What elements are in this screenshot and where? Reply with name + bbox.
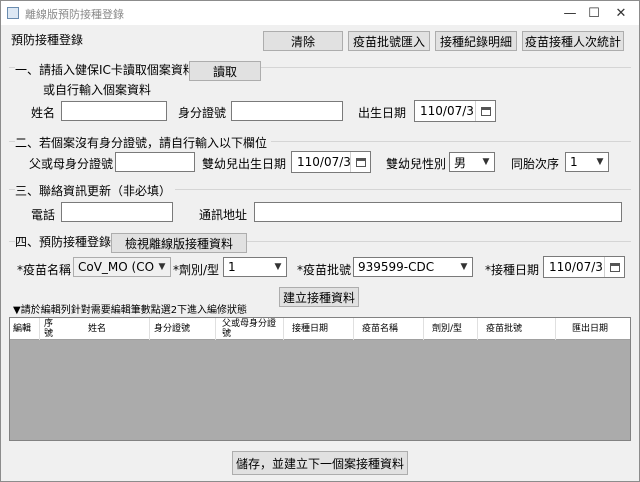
dob-date-picker[interactable]: 110/07/31 xyxy=(414,100,496,122)
section2-title: 二、若個案沒有身分證號，請自行輸入以下欄位 xyxy=(15,134,272,151)
name-input[interactable] xyxy=(61,101,167,121)
chevron-down-icon: ▼ xyxy=(460,262,468,272)
grid-hint: ▼請於編輯列針對需要編輯筆數點選2下進入編修狀態 xyxy=(13,305,248,316)
calendar-icon[interactable] xyxy=(604,257,624,277)
chevron-down-icon: ▼ xyxy=(482,157,490,167)
gender-value: 男 xyxy=(454,155,467,170)
lot-select[interactable]: 939599-CDC ▼ xyxy=(353,257,473,277)
column-header[interactable]: 接種日期 xyxy=(284,318,354,340)
clear-button[interactable]: 清除 xyxy=(263,31,343,51)
address-label: 通訊地址 xyxy=(199,208,248,222)
vaccination-detail-button[interactable]: 接種紀錄明細 xyxy=(435,31,517,51)
child-dob-label: 雙幼兒出生日期 xyxy=(202,157,287,171)
close-icon[interactable]: ✕ xyxy=(598,1,640,25)
child-dob-date-picker[interactable]: 110/07/31 xyxy=(291,151,371,173)
title-bar: 離線版預防接種登錄 — ☐ ✕ xyxy=(1,1,639,25)
app-window: 離線版預防接種登錄 — ☐ ✕ 預防接種登錄 清除 疫苗批號匯入 接種紀錄明細 … xyxy=(0,0,640,482)
chevron-down-icon: ▼ xyxy=(274,262,282,272)
dose-value: 1 xyxy=(228,260,236,274)
save-and-next-button[interactable]: 儲存，並建立下一個案接種資料 xyxy=(232,451,408,475)
address-input[interactable] xyxy=(254,202,622,222)
app-icon xyxy=(7,7,19,19)
vaccine-name-select[interactable]: CoV_MO (COVII ▼ xyxy=(73,257,171,277)
column-header[interactable]: 匯出日期 xyxy=(556,318,630,340)
section4-title: 四、預防接種登錄 xyxy=(15,233,116,250)
column-header[interactable]: 編輯 xyxy=(10,318,40,340)
phone-input[interactable] xyxy=(61,202,173,222)
parent-id-input[interactable] xyxy=(115,152,195,172)
lot-value: 939599-CDC xyxy=(358,260,435,274)
column-header[interactable]: 姓名 xyxy=(80,318,150,340)
import-lot-button[interactable]: 疫苗批號匯入 xyxy=(348,31,430,51)
create-record-button[interactable]: 建立接種資料 xyxy=(279,287,359,307)
calendar-icon[interactable] xyxy=(350,152,370,172)
section1-title: 一、請插入健保IC卡讀取個案資料 xyxy=(15,61,199,78)
dose-label: *劑別/型 xyxy=(173,263,220,277)
records-grid[interactable]: 編輯 序號 姓名 身分證號 父或母身分證號 接種日期 疫苗名稱 劑別/型 疫苗批… xyxy=(9,317,631,441)
vaccine-name-label: *疫苗名稱 xyxy=(17,263,72,277)
column-header[interactable]: 父或母身分證號 xyxy=(216,318,284,340)
vaccination-date-label: *接種日期 xyxy=(485,263,540,277)
page-title: 預防接種登錄 xyxy=(11,33,84,47)
view-offline-records-button[interactable]: 檢視離線版接種資料 xyxy=(111,233,247,253)
read-card-button[interactable]: 讀取 xyxy=(189,61,261,81)
section3-title: 三、聯絡資訊更新（非必填） xyxy=(15,182,176,199)
vaccination-stats-button[interactable]: 疫苗接種人次統計 xyxy=(522,31,624,51)
dose-select[interactable]: 1 ▼ xyxy=(223,257,287,277)
column-header[interactable]: 劑別/型 xyxy=(424,318,478,340)
child-dob-value: 110/07/31 xyxy=(297,155,350,169)
chevron-down-icon: ▼ xyxy=(158,262,166,272)
vaccination-date-picker[interactable]: 110/07/31 xyxy=(543,256,625,278)
birth-order-label: 同胎次序 xyxy=(511,157,560,171)
dob-label: 出生日期 xyxy=(358,106,407,120)
birth-order-value: 1 xyxy=(570,155,578,169)
birth-order-select[interactable]: 1 ▼ xyxy=(565,152,609,172)
phone-label: 電話 xyxy=(31,208,56,222)
lot-label: *疫苗批號 xyxy=(297,263,352,277)
manual-input-hint: 或自行輸入個案資料 xyxy=(43,83,152,97)
window-title: 離線版預防接種登錄 xyxy=(25,8,124,21)
grid-header: 編輯 序號 姓名 身分證號 父或母身分證號 接種日期 疫苗名稱 劑別/型 疫苗批… xyxy=(10,318,630,340)
vaccination-date-value: 110/07/31 xyxy=(549,260,604,274)
id-label: 身分證號 xyxy=(178,106,227,120)
gender-label: 雙幼兒性別 xyxy=(386,157,447,171)
parent-id-label: 父或母身分證號 xyxy=(29,157,114,171)
vaccine-name-value: CoV_MO (COVII xyxy=(78,260,154,274)
column-header[interactable]: 序號 xyxy=(40,318,56,340)
id-input[interactable] xyxy=(231,101,343,121)
column-header[interactable]: 疫苗批號 xyxy=(478,318,556,340)
column-header[interactable]: 身分證號 xyxy=(150,318,216,340)
chevron-down-icon: ▼ xyxy=(596,157,604,167)
column-header[interactable]: 疫苗名稱 xyxy=(354,318,424,340)
gender-select[interactable]: 男 ▼ xyxy=(449,152,495,172)
dob-value: 110/07/31 xyxy=(420,104,475,118)
name-label: 姓名 xyxy=(31,106,56,120)
calendar-icon[interactable] xyxy=(475,101,495,121)
